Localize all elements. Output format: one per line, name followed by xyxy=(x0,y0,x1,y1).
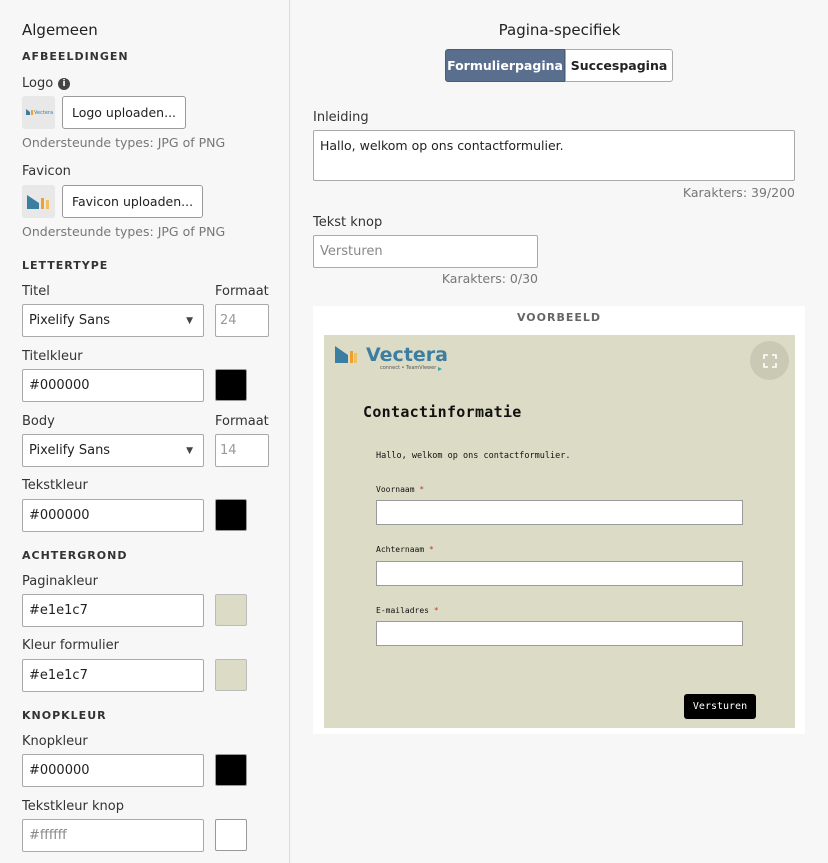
title-color-input[interactable]: #000000 xyxy=(22,369,204,402)
images-heading: AFBEELDINGEN xyxy=(22,50,129,63)
title-size-label: Formaat xyxy=(215,284,269,299)
info-icon[interactable]: i xyxy=(58,78,70,90)
form-color-swatch[interactable] xyxy=(215,659,247,691)
page-specific-panel: Pagina-specifiek Formulierpagina Succesp… xyxy=(291,0,828,863)
button-color-input[interactable]: #000000 xyxy=(22,754,204,787)
page-specific-title: Pagina-specifiek xyxy=(498,21,621,39)
intro-label: Inleiding xyxy=(313,110,369,125)
title-font-select[interactable]: Pixelify Sans ▼ xyxy=(22,304,204,337)
general-settings-panel: Algemeen AFBEELDINGEN Logo i Vectera Log… xyxy=(0,0,290,863)
expand-icon xyxy=(762,353,777,368)
favicon-label: Favicon xyxy=(22,164,71,179)
firstname-input[interactable] xyxy=(376,500,743,525)
form-color-label: Kleur formulier xyxy=(22,638,119,653)
field-label-lastname: Achternaam * xyxy=(376,545,434,554)
title-size-input[interactable]: 24 xyxy=(215,304,269,337)
general-title: Algemeen xyxy=(22,21,98,39)
button-text-color-swatch[interactable] xyxy=(215,819,247,851)
preview-intro: Hallo, welkom op ons contactformulier. xyxy=(376,451,571,461)
logo-subtext: connect • TeamViewer xyxy=(380,365,437,371)
preview-title: VOORBEELD xyxy=(516,311,602,324)
email-input[interactable] xyxy=(376,621,743,646)
favicon-hint: Ondersteunde types: JPG of PNG xyxy=(22,224,226,239)
tab-form-page[interactable]: Formulierpagina xyxy=(445,49,565,82)
preview-submit-button[interactable]: Versturen xyxy=(684,694,756,719)
preview-canvas: Vectera connect • TeamViewer Contactinfo… xyxy=(324,335,795,728)
favicon-upload-button[interactable]: Favicon uploaden... xyxy=(62,185,203,218)
body-size-input[interactable]: 14 xyxy=(215,434,269,467)
body-font-select[interactable]: Pixelify Sans ▼ xyxy=(22,434,204,467)
favicon-thumbnail xyxy=(22,185,55,218)
button-text-color-label: Tekstkleur knop xyxy=(22,799,124,814)
chevron-down-icon: ▼ xyxy=(186,315,193,326)
button-text-input[interactable]: Versturen xyxy=(313,235,538,268)
button-color-label: Knopkleur xyxy=(22,734,88,749)
form-color-input[interactable]: #e1e1c7 xyxy=(22,659,204,692)
tab-success-page[interactable]: Succespagina xyxy=(565,49,673,82)
button-color-heading: KNOPKLEUR xyxy=(22,709,107,722)
body-size-label: Formaat xyxy=(215,414,269,429)
logo-upload-button[interactable]: Logo uploaden... xyxy=(62,96,186,129)
background-heading: ACHTERGROND xyxy=(22,549,128,562)
page-color-label: Paginakleur xyxy=(22,574,99,589)
font-heading: LETTERTYPE xyxy=(22,259,109,272)
title-color-label: Titelkleur xyxy=(22,349,83,364)
button-color-swatch[interactable] xyxy=(215,754,247,786)
logo-text: Vectera xyxy=(366,344,448,366)
body-font-label: Body xyxy=(22,414,55,429)
title-font-value: Pixelify Sans xyxy=(29,313,111,328)
logo-label: Logo xyxy=(22,76,54,91)
lastname-input[interactable] xyxy=(376,561,743,586)
field-label-email: E-mailadres * xyxy=(376,606,439,615)
title-color-swatch[interactable] xyxy=(215,369,247,401)
intro-counter: Karakters: 39/200 xyxy=(682,185,795,200)
button-text-counter: Karakters: 0/30 xyxy=(441,271,538,286)
button-text-color-input[interactable]: #ffffff xyxy=(22,819,204,852)
intro-textarea[interactable]: Hallo, welkom op ons contactformulier. xyxy=(313,130,795,181)
title-font-label: Titel xyxy=(22,284,50,299)
body-font-value: Pixelify Sans xyxy=(29,443,111,458)
preview-container: VOORBEELD Vectera connect • TeamViewer C… xyxy=(313,306,805,734)
preview-heading: Contactinformatie xyxy=(363,403,522,421)
field-label-firstname: Voornaam * xyxy=(376,485,425,494)
expand-button[interactable] xyxy=(750,341,789,380)
page-color-swatch[interactable] xyxy=(215,594,247,626)
svg-text:Vectera: Vectera xyxy=(34,110,53,116)
page-color-input[interactable]: #e1e1c7 xyxy=(22,594,204,627)
vectera-logo: Vectera connect • TeamViewer xyxy=(334,343,449,375)
button-text-label: Tekst knop xyxy=(313,215,383,230)
chevron-down-icon: ▼ xyxy=(186,445,193,456)
logo-thumbnail: Vectera xyxy=(22,96,55,129)
text-color-input[interactable]: #000000 xyxy=(22,499,204,532)
text-color-swatch[interactable] xyxy=(215,499,247,531)
logo-hint: Ondersteunde types: JPG of PNG xyxy=(22,135,226,150)
text-color-label: Tekstkleur xyxy=(22,478,88,493)
